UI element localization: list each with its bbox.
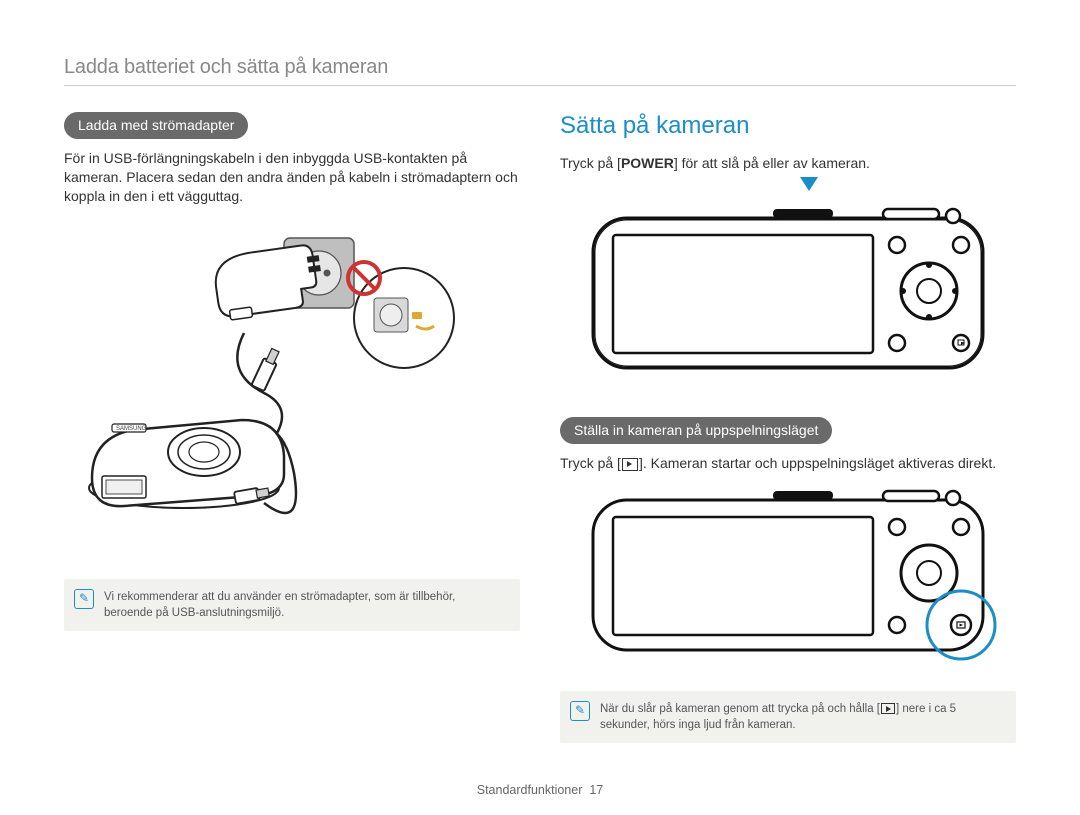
illustration-camera-back-power [560,203,1016,383]
page-header: Ladda batteriet och sätta på kameran [64,56,1016,86]
note-icon: ✎ [570,701,590,721]
power-label: POWER [621,155,674,171]
note-text: Vi rekommenderar att du använder en strö… [104,591,455,619]
power-pre: Tryck på [ [560,155,621,171]
illustration-camera-back-playback [560,485,1016,675]
footer-section: Standardfunktioner [477,783,583,797]
play-pre: Tryck på [ [560,455,621,471]
illustration-charging: SAMSUNG [64,218,520,563]
page-footer: Standardfunktioner 17 [0,783,1080,797]
play-post: ]. Kameran startar och uppspelningsläget… [639,455,996,471]
charge-adapter-body: För in USB-förlängningskabeln i den inby… [64,149,520,206]
note-pre: När du slår på kameran genom att trycka … [600,703,880,715]
note-silent-startup: ✎ När du slår på kameran genom att tryck… [560,691,1016,743]
left-column: Ladda med strömadapter För in USB-förlän… [64,112,520,743]
note-usb-adapter: ✎ Vi rekommenderar att du använder en st… [64,579,520,631]
note-icon: ✎ [74,589,94,609]
right-column: Sätta på kameran Tryck på [POWER] för at… [560,112,1016,743]
play-icon [881,703,895,714]
footer-page-number: 17 [589,783,603,797]
playback-instruction: Tryck på [ ]. Kameran startar och uppspel… [560,454,1016,473]
play-icon [622,458,638,471]
power-instruction: Tryck på [POWER] för att slå på eller av… [560,154,1016,173]
section-title-power-on: Sätta på kameran [560,112,1016,140]
power-post: ] för att slå på eller av kameran. [674,155,870,171]
arrow-down-icon [800,177,818,191]
pill-charge-adapter: Ladda med strömadapter [64,112,248,139]
svg-text:SAMSUNG: SAMSUNG [116,426,147,432]
pill-playback-mode: Ställa in kameran på uppspelningsläget [560,417,832,444]
